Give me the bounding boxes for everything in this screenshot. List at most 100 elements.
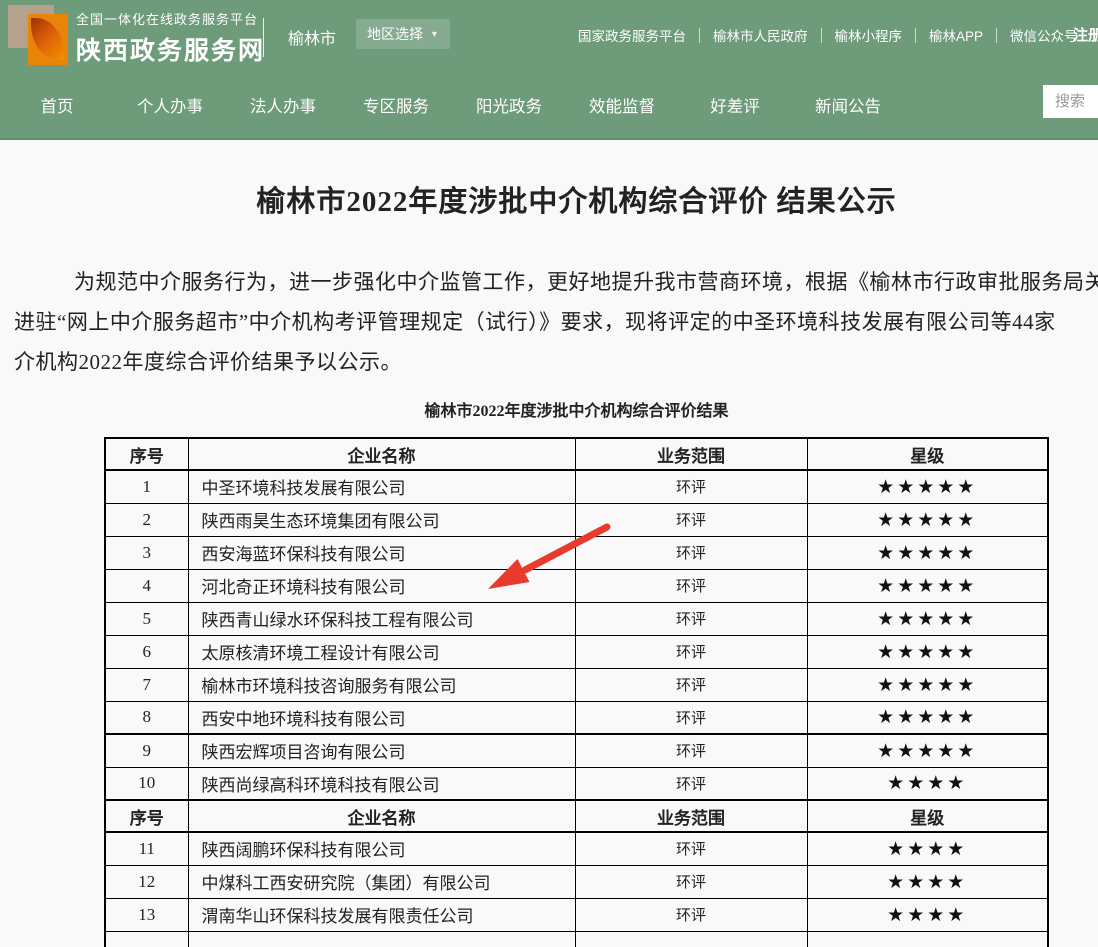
cell-stars: ★★★★★ bbox=[807, 569, 1048, 602]
link-app[interactable]: 榆林APP bbox=[929, 25, 983, 45]
nav-item-rating[interactable]: 好差评 bbox=[695, 93, 775, 117]
nav-item-home[interactable]: 首页 bbox=[17, 93, 97, 117]
vertical-divider bbox=[263, 18, 264, 57]
table-row: 5陕西青山绿水环保科技工程有限公司环评★★★★★ bbox=[105, 602, 1048, 635]
cell-num: 1 bbox=[105, 470, 188, 503]
site-header: 全国一体化在线政务服务平台 陕西政务服务网 榆林市 地区选择 ▼ 国家政务服务平… bbox=[0, 0, 1098, 140]
table-row-partial bbox=[105, 931, 1048, 947]
cell-num: 4 bbox=[105, 569, 188, 602]
nav-item-zone-services[interactable]: 专区服务 bbox=[356, 93, 436, 117]
column-header: 序号 bbox=[105, 438, 188, 470]
platform-name: 全国一体化在线政务服务平台 bbox=[76, 9, 265, 28]
link-divider bbox=[699, 28, 700, 43]
link-divider bbox=[915, 28, 916, 43]
cell-stars: ★★★★★ bbox=[807, 536, 1048, 569]
cell-name: 太原核清环境工程设计有限公司 bbox=[188, 635, 575, 668]
cell-num: 6 bbox=[105, 635, 188, 668]
cell-num: 10 bbox=[105, 767, 188, 800]
cell-scope: 环评 bbox=[575, 701, 807, 734]
paragraph-line: 介机构2022年度综合评价结果予以公示。 bbox=[14, 342, 1098, 382]
cell-scope: 环评 bbox=[575, 635, 807, 668]
table-row: 3西安海蓝环保科技有限公司环评★★★★★ bbox=[105, 536, 1048, 569]
cell-stars: ★★★★ bbox=[807, 832, 1048, 865]
brand-block: 全国一体化在线政务服务平台 陕西政务服务网 bbox=[76, 9, 265, 67]
cell-stars: ★★★★ bbox=[807, 767, 1048, 800]
search-input[interactable] bbox=[1043, 85, 1098, 118]
table-caption: 榆林市2022年度涉批中介机构综合评价结果 bbox=[0, 397, 1098, 421]
cell-stars: ★★★★ bbox=[807, 898, 1048, 931]
cell-name: 渭南华山环保科技发展有限责任公司 bbox=[188, 898, 575, 931]
cell-scope: 环评 bbox=[575, 602, 807, 635]
table-row: 2陕西雨昊生态环境集团有限公司环评★★★★★ bbox=[105, 503, 1048, 536]
cell-stars: ★★★★★ bbox=[807, 668, 1048, 701]
link-city-government[interactable]: 榆林市人民政府 bbox=[713, 25, 808, 45]
cell-name: 陕西青山绿水环保科技工程有限公司 bbox=[188, 602, 575, 635]
cell-num: 9 bbox=[105, 734, 188, 767]
cell-name: 河北奇正环境科技有限公司 bbox=[188, 569, 575, 602]
cell-scope: 环评 bbox=[575, 832, 807, 865]
table-header-row: 序号企业名称业务范围星级 bbox=[105, 800, 1048, 832]
cell-num: 3 bbox=[105, 536, 188, 569]
table-row: 12中煤科工西安研究院（集团）有限公司环评★★★★ bbox=[105, 865, 1048, 898]
table-body: 序号企业名称业务范围星级1中圣环境科技发展有限公司环评★★★★★2陕西雨昊生态环… bbox=[105, 438, 1048, 947]
header-top: 全国一体化在线政务服务平台 陕西政务服务网 榆林市 地区选择 ▼ 国家政务服务平… bbox=[0, 0, 1098, 72]
link-wechat[interactable]: 微信公众号 bbox=[1010, 25, 1078, 45]
cell-scope: 环评 bbox=[575, 536, 807, 569]
main-nav: 首页 个人办事 法人办事 专区服务 阳光政务 效能监督 好差评 新闻公告 bbox=[0, 72, 1098, 138]
nav-item-personal[interactable]: 个人办事 bbox=[130, 93, 210, 117]
cell-scope: 环评 bbox=[575, 569, 807, 602]
cell-name: 陕西阔鹏环保科技有限公司 bbox=[188, 832, 575, 865]
announcement-paragraph: 为规范中介服务行为，进一步强化中介监管工作，更好地提升我市营商环境，根据《榆林市… bbox=[0, 262, 1098, 382]
nav-item-news[interactable]: 新闻公告 bbox=[808, 93, 888, 117]
table-row: 11陕西阔鹏环保科技有限公司环评★★★★ bbox=[105, 832, 1048, 865]
table-row: 13渭南华山环保科技发展有限责任公司环评★★★★ bbox=[105, 898, 1048, 931]
leaf-icon bbox=[31, 18, 64, 60]
register-link[interactable]: 注册 bbox=[1073, 24, 1098, 45]
cell-stars: ★★★★★ bbox=[807, 734, 1048, 767]
cell-num: 5 bbox=[105, 602, 188, 635]
column-header: 星级 bbox=[807, 438, 1048, 470]
nav-item-open-government[interactable]: 阳光政务 bbox=[469, 93, 549, 117]
cell-empty bbox=[105, 931, 188, 947]
cell-num: 11 bbox=[105, 832, 188, 865]
cell-name: 陕西雨昊生态环境集团有限公司 bbox=[188, 503, 575, 536]
table-row: 4河北奇正环境科技有限公司环评★★★★★ bbox=[105, 569, 1048, 602]
table-header-row: 序号企业名称业务范围星级 bbox=[105, 438, 1048, 470]
nav-item-efficiency[interactable]: 效能监督 bbox=[582, 93, 662, 117]
site-name: 陕西政务服务网 bbox=[76, 31, 265, 67]
column-header: 企业名称 bbox=[188, 438, 575, 470]
cell-name: 陕西尚绿高科环境科技有限公司 bbox=[188, 767, 575, 800]
cell-scope: 环评 bbox=[575, 734, 807, 767]
page-title: 榆林市2022年度涉批中介机构综合评价 结果公示 bbox=[0, 178, 1098, 220]
link-divider bbox=[821, 28, 822, 43]
column-header: 业务范围 bbox=[575, 800, 807, 832]
current-city-label: 榆林市 bbox=[288, 25, 336, 49]
cell-num: 2 bbox=[105, 503, 188, 536]
cell-num: 8 bbox=[105, 701, 188, 734]
cell-stars: ★★★★★ bbox=[807, 503, 1048, 536]
cell-stars: ★★★★★ bbox=[807, 602, 1048, 635]
cell-scope: 环评 bbox=[575, 767, 807, 800]
column-header: 企业名称 bbox=[188, 800, 575, 832]
nav-item-legal-person[interactable]: 法人办事 bbox=[243, 93, 323, 117]
cell-name: 中圣环境科技发展有限公司 bbox=[188, 470, 575, 503]
cell-scope: 环评 bbox=[575, 865, 807, 898]
table-row: 6太原核清环境工程设计有限公司环评★★★★★ bbox=[105, 635, 1048, 668]
link-national-platform[interactable]: 国家政务服务平台 bbox=[578, 25, 686, 45]
table-row: 9陕西宏辉项目咨询有限公司环评★★★★★ bbox=[105, 734, 1048, 767]
cell-num: 7 bbox=[105, 668, 188, 701]
cell-scope: 环评 bbox=[575, 470, 807, 503]
site-logo[interactable] bbox=[8, 5, 72, 63]
link-divider bbox=[996, 28, 997, 43]
region-selector-button[interactable]: 地区选择 ▼ bbox=[356, 19, 450, 49]
link-mini-program[interactable]: 榆林小程序 bbox=[835, 25, 903, 45]
cell-empty bbox=[807, 931, 1048, 947]
table-row: 10陕西尚绿高科环境科技有限公司环评★★★★ bbox=[105, 767, 1048, 800]
region-selector-label: 地区选择 bbox=[367, 24, 423, 44]
table-row: 7榆林市环境科技咨询服务有限公司环评★★★★★ bbox=[105, 668, 1048, 701]
evaluation-table: 序号企业名称业务范围星级1中圣环境科技发展有限公司环评★★★★★2陕西雨昊生态环… bbox=[104, 437, 1049, 947]
cell-empty bbox=[188, 931, 575, 947]
table-row: 8西安中地环境科技有限公司环评★★★★★ bbox=[105, 701, 1048, 734]
column-header: 星级 bbox=[807, 800, 1048, 832]
cell-scope: 环评 bbox=[575, 503, 807, 536]
